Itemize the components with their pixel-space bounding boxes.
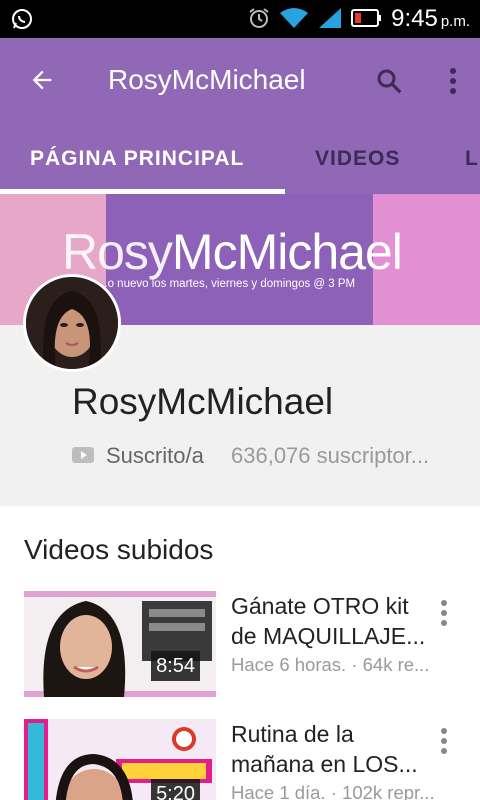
tab-next[interactable]: L: [465, 146, 479, 172]
video-thumbnail[interactable]: 8:54: [24, 591, 216, 697]
video-title-line: Gánate OTRO kit: [231, 593, 409, 619]
clock: 9:45 p.m.: [391, 4, 470, 37]
app-bar-title: RosyMcMichael: [108, 64, 306, 95]
more-options-button[interactable]: [438, 62, 468, 100]
video-title[interactable]: Rutina de la mañana en LOS...: [231, 719, 456, 779]
banner-name-thin: Rosy: [62, 224, 173, 280]
tab-home[interactable]: PÁGINA PRINCIPAL: [30, 146, 244, 172]
video-thumbnail[interactable]: 5:20: [24, 719, 216, 800]
thumbnail-image: [24, 591, 216, 697]
tab-videos[interactable]: VIDEOS: [315, 146, 400, 172]
more-vert-icon: [450, 68, 456, 94]
clock-time: 9:45: [391, 5, 438, 32]
video-duration: 8:54: [151, 651, 200, 681]
avatar[interactable]: [23, 274, 121, 372]
video-title-line: mañana en LOS...: [231, 751, 418, 777]
video-more-button[interactable]: [432, 723, 456, 759]
app-bar: RosyMcMichael: [0, 38, 480, 122]
video-item[interactable]: 8:54 Gánate OTRO kit de MAQUILLAJE... Ha…: [0, 591, 480, 701]
video-title[interactable]: Gánate OTRO kit de MAQUILLAJE...: [231, 591, 456, 651]
subscribed-button[interactable]: Suscrito/a: [106, 442, 204, 470]
video-title-line: de MAQUILLAJE...: [231, 623, 426, 649]
notification-area: [10, 7, 34, 36]
search-button[interactable]: [370, 62, 408, 100]
banner-tagline: ...o nuevo los martes, viernes y domingo…: [98, 278, 356, 290]
video-item[interactable]: 5:20 Rutina de la mañana en LOS... Hace …: [0, 719, 480, 800]
back-button[interactable]: [24, 62, 60, 98]
banner-name-bold: McMichael: [171, 224, 403, 280]
youtube-icon: [72, 447, 94, 463]
uploads-section-title: Videos subidos: [24, 534, 214, 565]
whatsapp-icon: [10, 9, 34, 35]
status-bar: 9:45 p.m.: [0, 0, 480, 38]
system-icons: 9:45 p.m.: [247, 4, 470, 37]
tab-bar: PÁGINA PRINCIPAL VIDEOS L: [0, 122, 480, 194]
channel-name: RosyMcMichael: [72, 381, 334, 422]
signal-icon: [317, 6, 343, 35]
video-meta: Hace 1 día. · 102k repr...: [231, 782, 435, 800]
alarm-icon: [247, 6, 271, 35]
wifi-icon: [279, 6, 309, 35]
video-title-line: Rutina de la: [231, 721, 354, 747]
back-arrow-icon: [32, 70, 52, 90]
battery-icon: [351, 8, 383, 33]
video-more-button[interactable]: [432, 595, 456, 631]
clock-ampm: p.m.: [440, 13, 470, 30]
more-vert-icon: [441, 600, 447, 626]
avatar-image: [26, 277, 118, 369]
video-meta: Hace 6 horas. · 64k re...: [231, 654, 430, 675]
more-vert-icon: [441, 728, 447, 754]
subscriber-count: 636,076 suscriptor...: [231, 443, 430, 468]
search-icon: [377, 69, 402, 94]
banner-channel-name: RosyMcMichael: [62, 224, 403, 280]
video-duration: 5:20: [151, 779, 200, 800]
